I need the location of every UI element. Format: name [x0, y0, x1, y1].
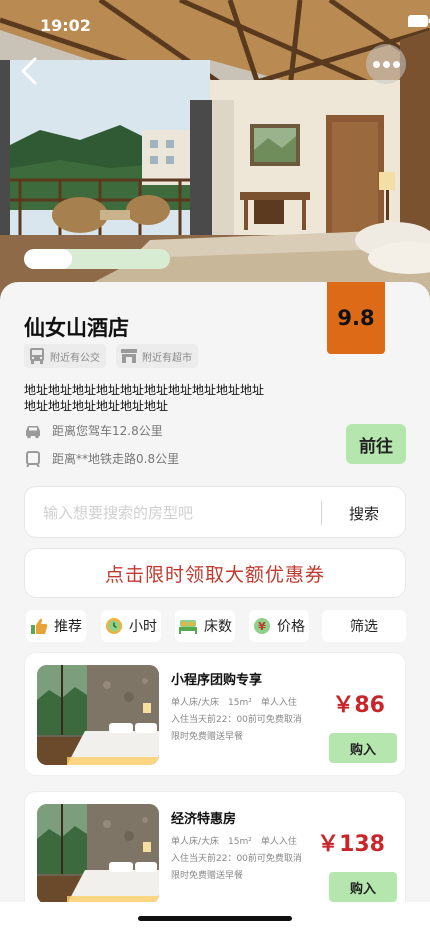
filter-more[interactable]: 筛选	[322, 610, 406, 642]
filter-recommend[interactable]: 推荐	[26, 610, 86, 642]
bottom-safe-area	[0, 902, 430, 930]
room-search-input[interactable]	[43, 502, 313, 524]
room-photo-illustration	[37, 804, 159, 902]
dot-icon	[372, 60, 380, 68]
room-breakfast: 限时免费赠送早餐	[171, 732, 244, 742]
dot-icon	[382, 60, 390, 68]
filter-more-label: 筛选	[350, 619, 378, 635]
room-price: ￥86	[332, 693, 385, 718]
filter-price[interactable]: ¥ 价格	[249, 610, 309, 642]
home-indicator[interactable]	[138, 916, 292, 921]
search-divider	[321, 501, 322, 525]
driving-distance-text: 距离您驾车12.8公里	[52, 424, 163, 438]
svg-text:¥: ¥	[258, 620, 266, 633]
room-card[interactable]: 小程序团购专享 单人床/大床 15m² 单人入住 入住当天前22：00前可免费取…	[24, 652, 406, 776]
bed-icon	[179, 620, 197, 634]
tag-bus-label: 附近有公交	[50, 352, 100, 364]
room-cancel-policy: 入住当天前22：00前可免费取消	[171, 854, 302, 864]
yen-icon: ¥	[254, 618, 270, 634]
battery-icon	[408, 15, 430, 27]
subway-icon	[26, 450, 40, 467]
car-icon	[26, 425, 40, 438]
clock-icon	[106, 618, 122, 634]
tag-supermarket-label: 附近有超市	[142, 352, 192, 364]
rating-score: 9.8	[327, 282, 385, 354]
driving-distance: 距离您驾车12.8公里	[24, 422, 163, 439]
buy-button[interactable]: 购入	[329, 733, 397, 763]
filter-hourly[interactable]: 小时	[101, 610, 161, 642]
room-card[interactable]: 经济特惠房 单人床/大床 15m² 单人入住 入住当天前22：00前可免费取消 …	[24, 791, 406, 902]
image-progress-bar	[24, 249, 170, 269]
chevron-left-icon	[21, 57, 37, 85]
filter-beds[interactable]: 床数	[175, 610, 235, 642]
hotel-name: 仙女山酒店	[24, 316, 129, 340]
coupon-banner[interactable]: 点击限时领取大额优惠券	[24, 548, 406, 598]
hotel-address: 地址地址地址地址地址地址地址地址地址地址地址地址地址地址地址地址	[24, 383, 265, 413]
room-cancel-policy: 入住当天前22：00前可免费取消	[171, 715, 302, 725]
status-time: 19:02	[40, 16, 91, 35]
hotel-info-card: 仙女山酒店 9.8 附近有公交 附近有超市 地址地址地址地址地址地址地址地址地址…	[0, 282, 430, 902]
more-options-button[interactable]	[366, 44, 406, 84]
tag-supermarket: 附近有超市	[116, 344, 198, 368]
filter-hourly-label: 小时	[129, 619, 157, 635]
dot-icon	[392, 60, 400, 68]
room-photo	[37, 804, 159, 902]
tag-bus: 附近有公交	[24, 344, 106, 368]
buy-button[interactable]: 购入	[329, 872, 397, 902]
room-spec: 单人床/大床 15m² 单人入住	[171, 698, 297, 708]
filter-beds-label: 床数	[204, 619, 232, 635]
room-name: 小程序团购专享	[171, 673, 263, 688]
image-progress-fill	[24, 249, 73, 269]
search-button[interactable]: 搜索	[333, 501, 395, 525]
room-photo	[37, 665, 159, 765]
room-search-bar: 搜索	[24, 486, 406, 538]
bus-icon	[30, 348, 44, 364]
room-spec: 单人床/大床 15m² 单人入住	[171, 837, 297, 847]
store-icon	[121, 349, 137, 363]
status-bar: 19:02	[0, 0, 430, 44]
hotel-room-photo[interactable]: 19:02	[0, 0, 430, 300]
subway-distance-text: 距离**地铁走路0.8公里	[52, 452, 180, 466]
room-breakfast: 限时免费赠送早餐	[171, 871, 244, 881]
thumbs-up-icon	[31, 618, 48, 634]
filter-bar: 推荐 小时 床数 ¥ 价格 筛选	[26, 610, 406, 642]
filter-recommend-label: 推荐	[54, 619, 82, 635]
navigate-button[interactable]: 前往	[346, 424, 406, 464]
hotel-detail-page: 19:02 仙女山酒店 9.8 附近有公交 附近有超市 地址地址地址地址地址地址…	[0, 0, 430, 930]
room-price: ￥138	[317, 832, 385, 857]
room-photo-illustration	[37, 665, 159, 765]
back-button[interactable]	[18, 56, 54, 92]
filter-price-label: 价格	[277, 619, 305, 635]
subway-distance: 距离**地铁走路0.8公里	[24, 450, 179, 467]
room-name: 经济特惠房	[171, 812, 237, 827]
